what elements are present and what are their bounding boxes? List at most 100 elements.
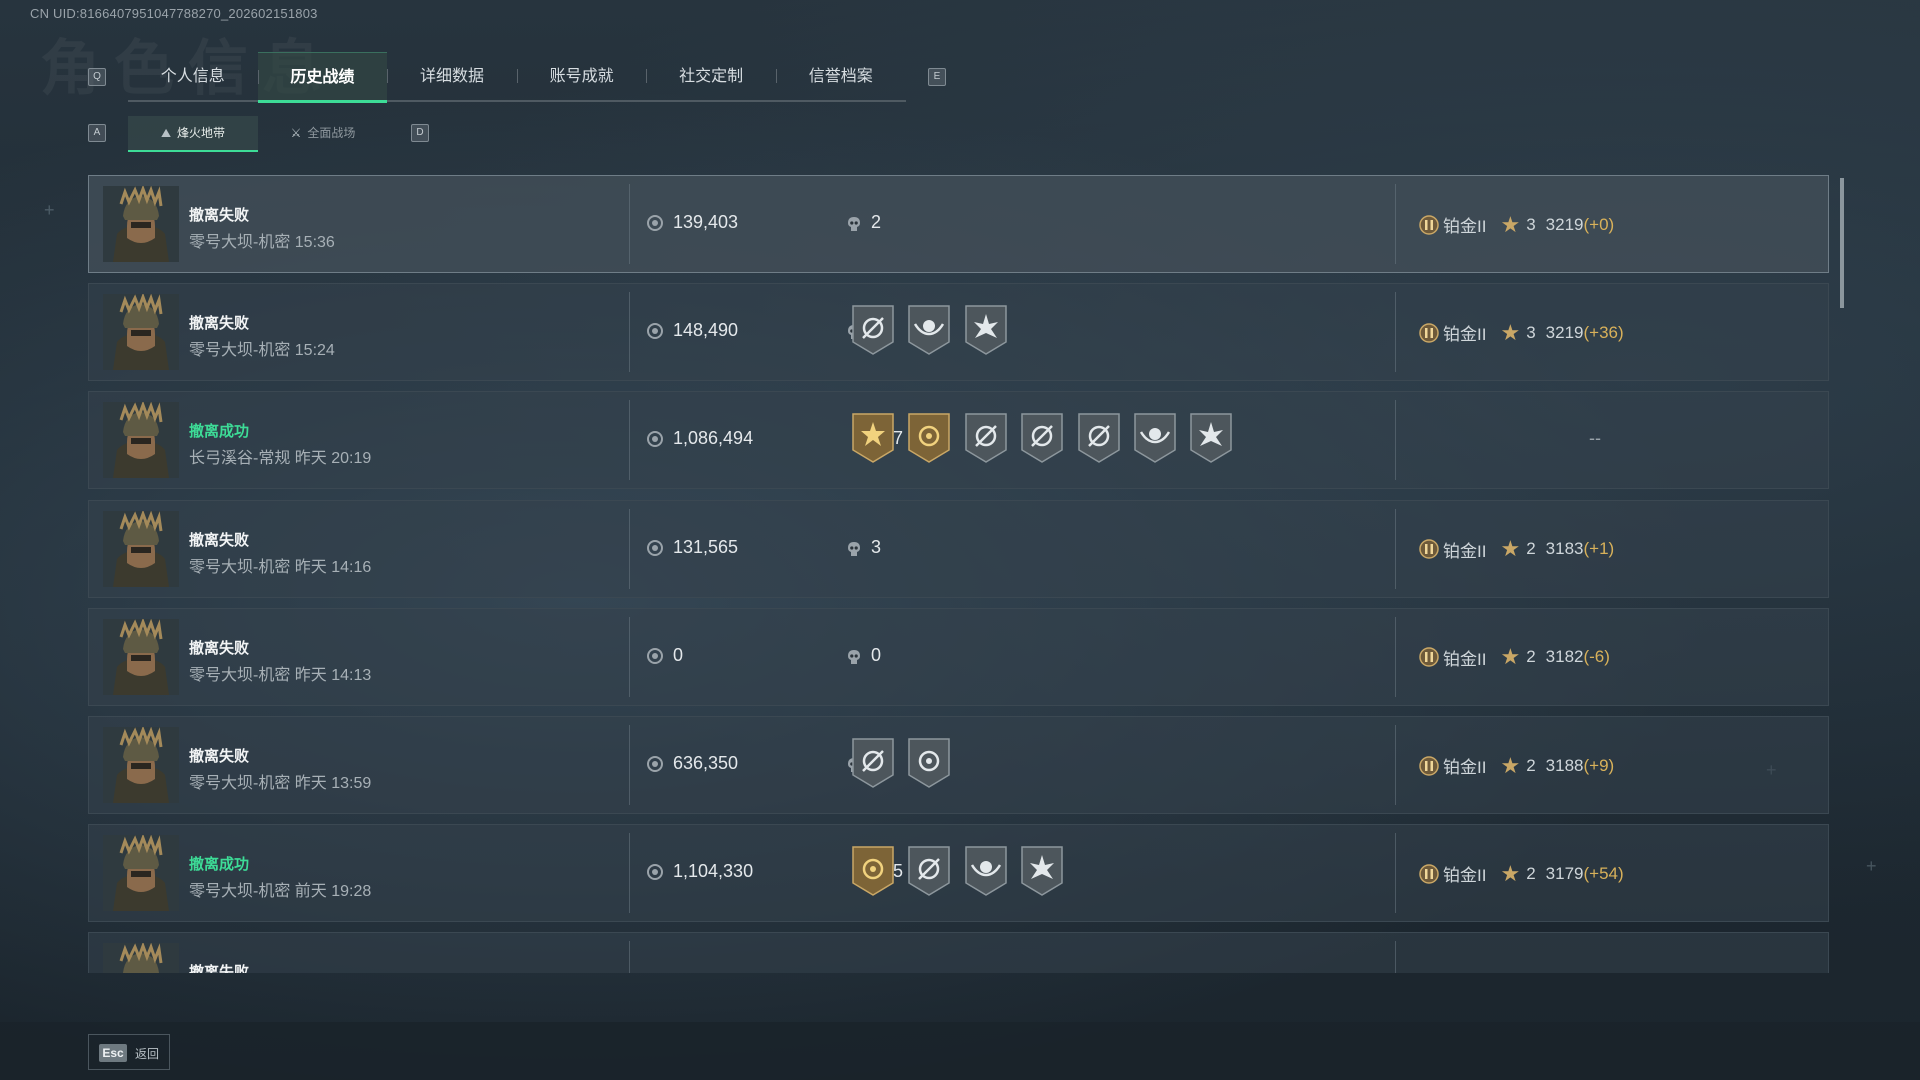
column-divider	[629, 292, 630, 373]
crosshair-badge-icon[interactable]	[851, 304, 895, 356]
list-scrollbar[interactable]	[1840, 178, 1844, 308]
burst-badge-icon[interactable]	[964, 304, 1008, 356]
star-icon: ★	[1500, 319, 1521, 345]
star-icon: ★	[1500, 860, 1521, 886]
kill-count: 2	[871, 212, 882, 232]
skull-wings-badge-icon[interactable]	[1133, 412, 1177, 464]
operator-avatar	[103, 292, 179, 371]
operator-avatar	[103, 509, 179, 587]
match-row[interactable]: 撤离成功长弓溪谷-常规 昨天 20:191,086,49427--	[88, 391, 1829, 490]
kill-count: 3	[871, 536, 882, 557]
tab-2[interactable]: 详细数据	[387, 52, 517, 100]
match-row[interactable]: 撤离失败 零号大坝-机密 昨天 14:16 131,565 3 铂金II ★ 2 3183 (+…	[88, 499, 1829, 598]
crosshair-badge-icon[interactable]	[851, 737, 895, 789]
tab-5[interactable]: 信誉档案	[775, 52, 906, 100]
esc-key: Esc	[99, 1044, 127, 1062]
map-and-time: 长弓溪谷-常规 昨天 20:19	[189, 450, 372, 468]
value-coin-icon	[647, 215, 663, 231]
loot-value: 1,086,494	[673, 428, 754, 449]
column-divider	[1395, 292, 1396, 373]
back-button[interactable]: Esc 返回	[88, 1034, 170, 1070]
star-count: 2	[1526, 539, 1536, 559]
operator-avatar	[103, 184, 179, 262]
subtab-0[interactable]: ⛰ 烽火地带	[128, 116, 258, 152]
rank-emblem-icon	[1419, 755, 1439, 776]
column-divider	[1395, 400, 1396, 481]
gold-target-badge-icon[interactable]	[907, 412, 951, 464]
tab-4[interactable]: 社交定制	[646, 52, 776, 100]
gold-target-badge-icon[interactable]	[851, 845, 895, 897]
operator-avatar	[103, 401, 179, 479]
gold-star-badge-icon[interactable]	[851, 412, 895, 464]
extraction-status: 撤离成功	[189, 423, 250, 441]
extraction-status: 撤离失败	[189, 315, 250, 333]
crosshair-badge-icon[interactable]	[907, 845, 951, 897]
achievement-badges	[851, 737, 964, 789]
skull-wings-badge-icon[interactable]	[907, 304, 951, 356]
loot-value: 139,403	[673, 212, 739, 232]
loot-value: 636,350	[673, 753, 739, 773]
rank-info: 铂金II ★ 3 3219 (+36)	[1419, 320, 1624, 345]
column-divider	[629, 833, 630, 914]
score-delta: (+9)	[1583, 755, 1615, 775]
next-subtab-key[interactable]: D	[411, 124, 429, 142]
crosshair-badge-icon[interactable]	[1020, 412, 1064, 464]
operator-avatar	[103, 942, 179, 973]
rank-name: 铂金II	[1443, 541, 1487, 561]
score-delta: (+0)	[1583, 214, 1615, 234]
mountain-icon: ⛰	[160, 126, 172, 140]
extraction-status: 撤离成功	[189, 856, 250, 874]
achievement-badges	[851, 845, 1077, 897]
rank-emblem-icon	[1419, 647, 1439, 668]
column-divider	[1395, 184, 1396, 264]
value-coin-icon	[647, 864, 663, 881]
tab-1[interactable]: 历史战绩	[257, 52, 388, 103]
match-row[interactable]: 撤离失败 零号大坝-机密 15:36 139,403 2 铂金II ★ 3 3219 (+0)	[88, 175, 1829, 273]
map-and-time: 零号大坝-机密 昨天 14:13	[189, 666, 372, 684]
map-and-time: 零号大坝-机密 15:36	[189, 234, 335, 251]
skull-wings-badge-icon[interactable]	[964, 845, 1008, 897]
uid-text: CN UID:8166407951047788270_202602151803	[30, 6, 318, 21]
star-count: 2	[1526, 647, 1536, 667]
match-row[interactable]: 撤离失败零号大坝-机密 昨天 13:59636,35010铂金II★23188(…	[88, 716, 1829, 814]
match-row[interactable]: 撤离成功零号大坝-机密 前天 19:281,104,33015铂金II★2317…	[88, 824, 1829, 923]
kills-skull-icon	[847, 541, 861, 557]
no-rank-placeholder: --	[1589, 428, 1601, 449]
loot-value: 148,490	[673, 320, 739, 341]
rank-score: 3188	[1545, 755, 1584, 775]
star-icon: ★	[1500, 536, 1521, 562]
burst-badge-icon[interactable]	[1020, 845, 1064, 897]
column-divider	[629, 184, 630, 264]
tab-0[interactable]: 个人信息	[128, 52, 258, 100]
burst-badge-icon[interactable]	[1189, 412, 1233, 464]
rank-info: 铂金II ★ 3 3219 (+0)	[1419, 212, 1614, 237]
operator-avatar	[103, 617, 179, 695]
crossed-swords-icon: ⚔	[290, 126, 302, 140]
subtab-label: 全面战场	[307, 126, 356, 140]
rank-name: 铂金II	[1443, 758, 1487, 777]
star-count: 2	[1526, 863, 1536, 883]
target-badge-icon[interactable]	[907, 737, 951, 789]
extraction-status: 撤离失败	[189, 748, 250, 765]
crosshair-badge-icon[interactable]	[1077, 412, 1121, 464]
tab-3[interactable]: 账号成就	[516, 52, 647, 100]
rank-emblem-icon	[1419, 322, 1439, 343]
subtab-1[interactable]: ⚔ 全面战场	[258, 116, 388, 150]
rank-score: 3179	[1545, 863, 1584, 883]
back-label: 返回	[135, 1047, 160, 1061]
match-row[interactable]: 撤离失败 零号大坝-机密 昨天 14:13 0 0 铂金II ★ 2 3182 (-6)	[88, 607, 1829, 706]
column-divider	[1395, 833, 1396, 914]
star-icon: ★	[1500, 752, 1521, 778]
loot-value: 131,565	[673, 536, 739, 557]
prev-subtab-key[interactable]: A	[88, 124, 106, 142]
deco-plus: +	[44, 200, 55, 220]
rank-score: 3182	[1545, 647, 1584, 667]
prev-tab-key[interactable]: Q	[88, 68, 106, 86]
match-row[interactable]: 撤离失败零号大坝-机密 15:24148,49014铂金II★33219(+36…	[88, 283, 1829, 382]
match-row[interactable]: 撤离失败	[88, 932, 1829, 973]
crosshair-badge-icon[interactable]	[964, 412, 1008, 464]
operator-avatar	[103, 833, 179, 912]
star-count: 3	[1526, 322, 1536, 342]
score-delta: (+36)	[1583, 322, 1624, 342]
next-tab-key[interactable]: E	[928, 68, 946, 86]
